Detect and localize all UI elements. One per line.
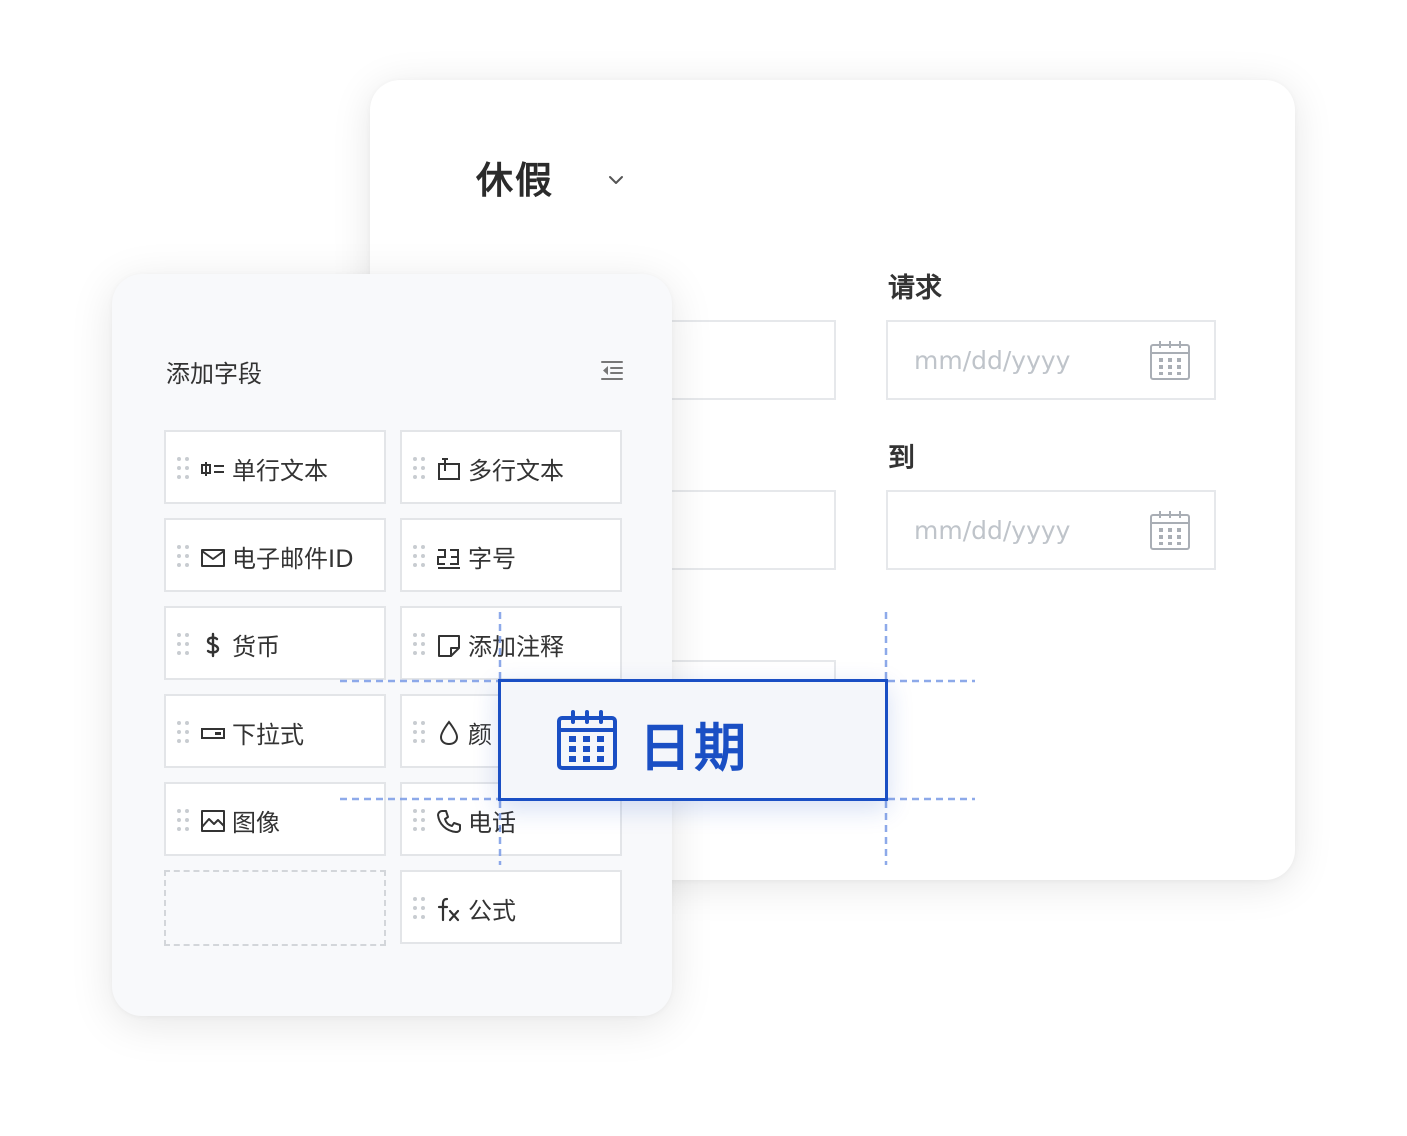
- droplet-icon: [439, 720, 459, 746]
- drag-handle-icon[interactable]: [412, 896, 426, 920]
- calendar-icon[interactable]: [1148, 338, 1192, 382]
- dragged-field-label: 日期: [639, 719, 750, 779]
- multi-line-icon: [438, 458, 460, 480]
- note-icon: [438, 635, 460, 657]
- image-icon: [201, 810, 225, 832]
- formula-icon: [437, 897, 460, 922]
- drag-handle-icon[interactable]: [412, 544, 426, 568]
- field-label: 单行文本: [232, 457, 328, 485]
- drag-handle-icon[interactable]: [176, 544, 190, 568]
- collapse-icon[interactable]: [600, 358, 624, 382]
- calendar-icon[interactable]: [1148, 508, 1192, 552]
- field-label: 电话: [468, 809, 516, 837]
- drag-handle-icon[interactable]: [412, 808, 426, 832]
- field-label: 电子邮件ID: [232, 545, 354, 573]
- field-add-note[interactable]: 添加注释: [400, 606, 622, 680]
- chevron-down-icon[interactable]: [606, 170, 626, 190]
- field-number[interactable]: 字号: [400, 518, 622, 592]
- single-line-icon: [201, 462, 224, 476]
- drag-handle-icon[interactable]: [412, 632, 426, 656]
- drag-handle-icon[interactable]: [176, 808, 190, 832]
- phone-icon: [437, 810, 461, 833]
- form-title: 休假: [476, 159, 554, 202]
- calendar-icon: [557, 710, 617, 770]
- field-single-line-text[interactable]: 单行文本: [164, 430, 386, 504]
- date-field-request[interactable]: [886, 320, 1216, 400]
- drag-handle-icon[interactable]: [176, 632, 190, 656]
- dollar-icon: [206, 632, 220, 658]
- field-label: 图像: [232, 809, 280, 837]
- field-formula[interactable]: 公式: [400, 870, 622, 944]
- field-image[interactable]: 图像: [164, 782, 386, 856]
- date-input-request[interactable]: [914, 322, 1134, 398]
- drag-handle-icon[interactable]: [176, 456, 190, 480]
- field-label: 添加注释: [468, 633, 564, 661]
- field-multi-line-text[interactable]: 多行文本: [400, 430, 622, 504]
- field-label: 颜: [468, 721, 492, 749]
- date-field-to[interactable]: [886, 490, 1216, 570]
- field-label-to: 到: [888, 443, 915, 474]
- date-input-to[interactable]: [914, 492, 1134, 568]
- field-label-request: 请求: [888, 273, 942, 304]
- number-icon: [437, 549, 460, 569]
- field-label: 货币: [232, 633, 280, 661]
- drag-handle-icon[interactable]: [412, 456, 426, 480]
- dragged-date-field[interactable]: 日期: [498, 679, 888, 801]
- field-label: 公式: [468, 897, 516, 925]
- field-label: 多行文本: [468, 457, 564, 485]
- panel-title: 添加字段: [166, 360, 262, 388]
- drag-handle-icon[interactable]: [412, 720, 426, 744]
- mail-icon: [201, 549, 225, 567]
- field-dropdown[interactable]: 下拉式: [164, 694, 386, 768]
- empty-drop-slot[interactable]: [164, 870, 386, 946]
- field-label: 字号: [468, 545, 516, 573]
- add-field-panel: 添加字段 单行文本 多行文本 电子邮件ID 字号 货币 添加注释 下拉式 颜 图…: [112, 274, 672, 1016]
- field-currency[interactable]: 货币: [164, 606, 386, 680]
- field-email-id[interactable]: 电子邮件ID: [164, 518, 386, 592]
- field-label: 下拉式: [232, 721, 304, 749]
- drag-handle-icon[interactable]: [176, 720, 190, 744]
- dropdown-icon: [201, 728, 225, 739]
